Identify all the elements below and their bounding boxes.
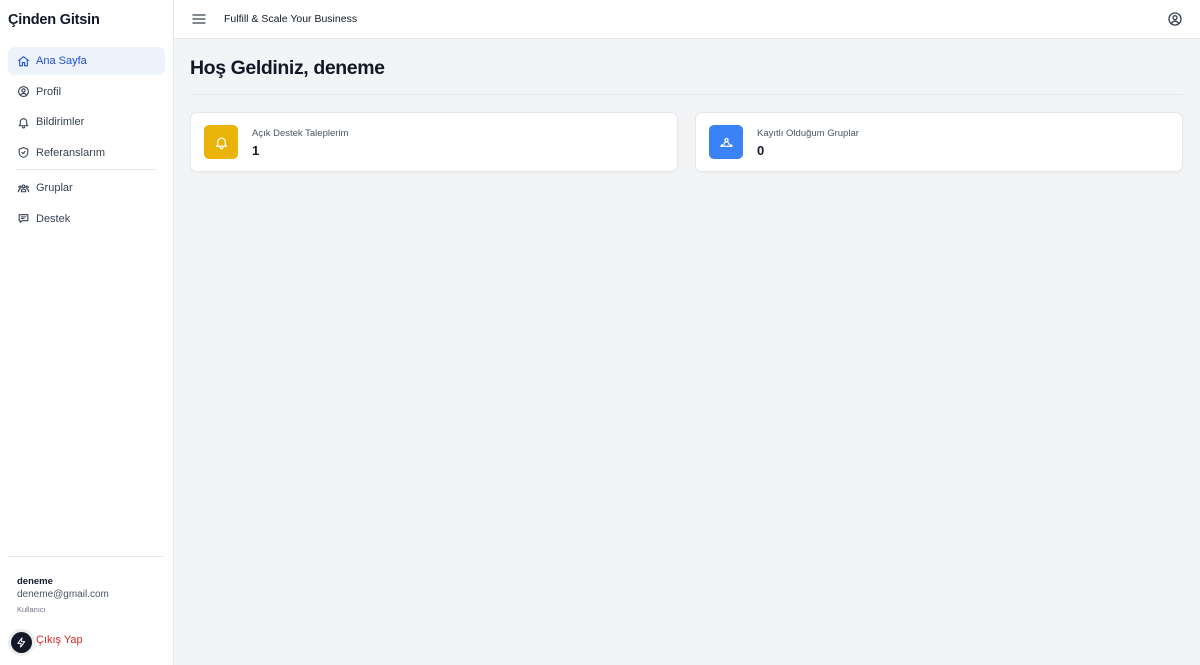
sidebar-item-bildirimler[interactable]: Bildirimler	[8, 108, 165, 136]
sidebar-nav: Ana Sayfa Profil Bildirimler Referanslar…	[8, 47, 165, 236]
bell-icon	[17, 116, 30, 129]
sidebar-bottom-divider	[8, 556, 164, 557]
shield-icon	[17, 146, 30, 159]
sidebar-item-label: Gruplar	[36, 182, 73, 195]
card-value: 0	[757, 143, 765, 158]
sidebar-item-destek[interactable]: Destek	[8, 205, 165, 233]
topbar: Fulfill & Scale Your Business	[174, 0, 1200, 39]
brand-name[interactable]: Çinden Gitsin	[8, 12, 100, 28]
users-group-icon	[17, 182, 30, 195]
title-divider	[190, 94, 1183, 95]
bolt-icon[interactable]	[11, 632, 32, 653]
logout-button[interactable]: Çıkış Yap	[36, 634, 83, 646]
stat-card-open-tickets[interactable]: Açık Destek Taleplerim 1	[190, 112, 678, 172]
sidebar-item-referanslarim[interactable]: Referanslarım	[8, 139, 165, 167]
bell-icon	[215, 137, 227, 149]
sidebar-divider	[16, 169, 155, 171]
card-label: Açık Destek Taleplerim	[252, 128, 349, 139]
message-icon	[17, 212, 30, 225]
user-role: Kullanıcı	[17, 605, 46, 614]
page-title: Hoş Geldiniz, deneme	[190, 57, 385, 79]
sidebar-item-profil[interactable]: Profil	[8, 78, 165, 106]
sidebar-item-label: Profil	[36, 85, 62, 98]
card-value: 1	[252, 143, 260, 158]
card-icon-badge	[709, 125, 743, 159]
user-name: deneme	[17, 576, 53, 587]
users-group-icon	[719, 137, 733, 147]
sidebar-item-label: Ana Sayfa	[36, 55, 87, 67]
user-circle-icon	[17, 85, 30, 98]
sidebar-item-label: Destek	[36, 212, 71, 225]
sidebar-item-label: Referanslarım	[36, 146, 106, 159]
hamburger-menu-icon[interactable]	[191, 11, 207, 27]
account-icon[interactable]	[1167, 11, 1183, 27]
sidebar-item-label: Bildirimler	[36, 116, 85, 129]
card-icon-badge	[204, 125, 238, 159]
sidebar-item-ana-sayfa[interactable]: Ana Sayfa	[8, 47, 165, 75]
sidebar: Çinden Gitsin Ana Sayfa Profil Bildiriml…	[0, 0, 174, 665]
card-label: Kayıtlı Olduğum Gruplar	[757, 128, 859, 139]
user-email: deneme@gmail.com	[17, 589, 109, 600]
stat-card-groups[interactable]: Kayıtlı Olduğum Gruplar 0	[695, 112, 1183, 172]
topbar-title: Fulfill & Scale Your Business	[224, 13, 358, 25]
home-icon	[17, 55, 30, 68]
sidebar-item-gruplar[interactable]: Gruplar	[8, 174, 165, 202]
